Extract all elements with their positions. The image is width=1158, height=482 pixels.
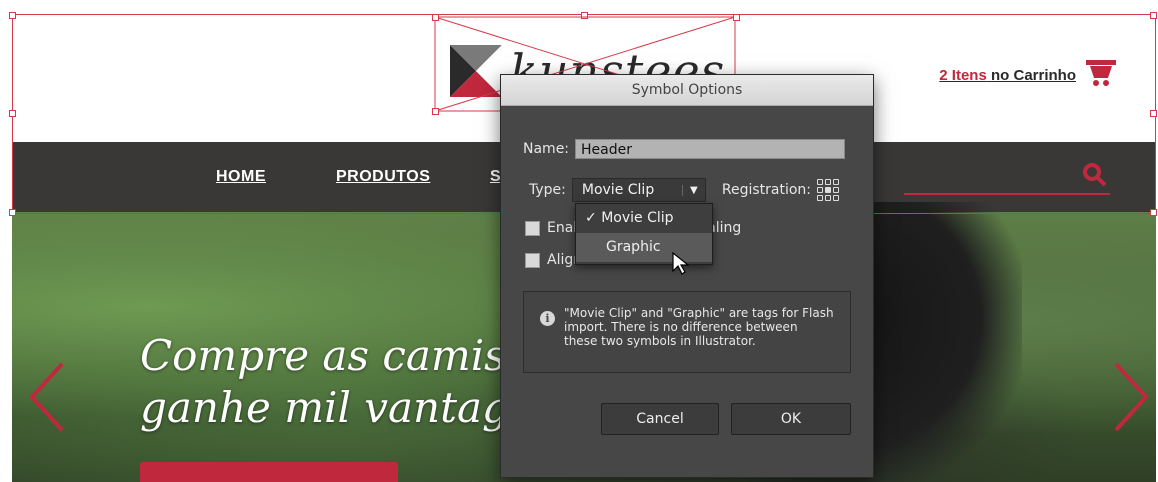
pixel-grid-checkbox[interactable] — [525, 252, 540, 268]
selection-handle[interactable] — [432, 108, 439, 115]
hero-cta-button[interactable] — [140, 462, 398, 482]
cancel-button[interactable]: Cancel — [601, 403, 719, 435]
hero-title-line2: ganhe mil vantage — [140, 383, 534, 432]
type-dropdown-menu: ✓ Movie Clip Graphic — [575, 203, 713, 265]
type-select[interactable]: Movie Clip ▼ — [571, 178, 706, 202]
illustrator-canvas[interactable]: kunstees 2 Itens no Carrinho HOME PRODUT… — [0, 0, 1158, 482]
info-box: i "Movie Clip" and "Graphic" are tags fo… — [523, 291, 851, 373]
selection-handle[interactable] — [1150, 110, 1157, 117]
hero-title: Compre as camiset ganhe mil vantage — [140, 330, 547, 434]
mouse-cursor-icon — [672, 251, 690, 281]
type-label: Type: — [529, 182, 566, 198]
dropdown-item-movie-clip[interactable]: ✓ Movie Clip — [576, 204, 712, 233]
slice-scaling-label-start: Enal — [547, 220, 578, 236]
info-text: "Movie Clip" and "Graphic" are tags for … — [564, 306, 834, 348]
carousel-next-icon[interactable] — [1110, 362, 1150, 437]
name-label: Name: — [523, 141, 570, 157]
selection-handle[interactable] — [432, 14, 439, 21]
name-field[interactable]: Header — [575, 139, 846, 159]
dialog-title: Symbol Options — [501, 75, 873, 106]
selection-handle[interactable] — [9, 12, 16, 19]
type-select-value: Movie Clip — [581, 182, 655, 198]
hero-title-line1: Compre as camiset — [140, 331, 548, 380]
ok-button[interactable]: OK — [731, 403, 851, 435]
registration-grid-icon[interactable] — [817, 179, 840, 201]
carousel-prev-icon[interactable] — [28, 362, 68, 437]
selection-handle[interactable] — [1150, 209, 1157, 216]
selection-handle[interactable] — [1150, 12, 1157, 19]
type-row: Type: Movie Clip ▼ Registration: — [529, 178, 840, 202]
dropdown-item-graphic[interactable]: Graphic — [576, 233, 712, 262]
selection-handle[interactable] — [733, 14, 740, 21]
selection-handle[interactable] — [9, 209, 16, 216]
registration-label: Registration: — [721, 182, 812, 198]
chevron-down-icon: ▼ — [681, 184, 705, 196]
slice-scaling-checkbox[interactable] — [525, 220, 540, 236]
info-icon: i — [540, 311, 555, 326]
checkmark-icon: ✓ — [585, 210, 597, 226]
selection-handle[interactable] — [9, 110, 16, 117]
name-row: Name: Header — [523, 139, 846, 159]
